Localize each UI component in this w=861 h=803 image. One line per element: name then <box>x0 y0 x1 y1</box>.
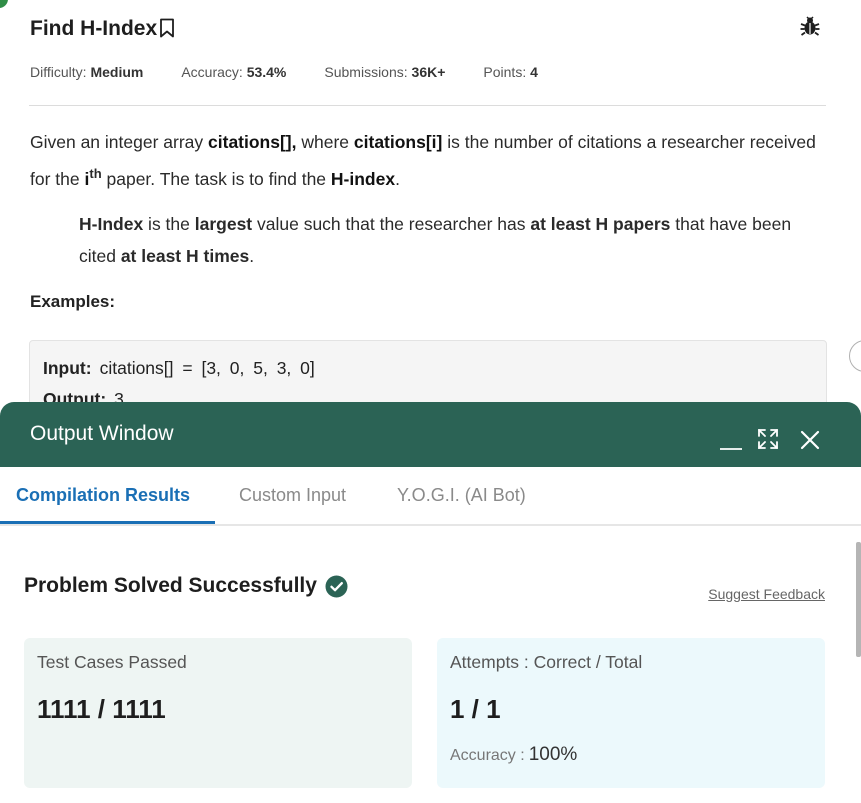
meta-submissions: Submissions: 36K+ <box>324 64 446 80</box>
expand-icon[interactable] <box>757 428 779 450</box>
attempts-label: Attempts : Correct / Total <box>450 652 643 672</box>
bookmark-icon[interactable] <box>159 18 175 43</box>
attempts-card: Attempts : Correct / Total 1 / 1 Accurac… <box>437 638 825 788</box>
suggest-feedback-link[interactable]: Suggest Feedback <box>708 586 825 602</box>
title-row: Find H-Index <box>30 14 175 43</box>
scrollbar[interactable] <box>856 542 861 657</box>
divider <box>29 105 826 106</box>
output-window: Output Window Compilation Results Custom… <box>0 402 861 803</box>
minimize-icon[interactable] <box>718 430 744 452</box>
problem-panel: Find H-Index Difficulty: Medium Accuracy… <box>0 0 861 403</box>
attempts-accuracy: Accuracy :100% <box>450 744 578 765</box>
meta-points: Points: 4 <box>483 64 538 80</box>
collapse-panel-button[interactable] <box>849 340 861 372</box>
check-circle-icon <box>325 575 348 597</box>
example-input: Input: citations[] = [3, 0, 5, 3, 0] <box>43 358 315 378</box>
problem-meta: Difficulty: Medium Accuracy: 53.4% Submi… <box>30 64 576 80</box>
output-tabs: Compilation Results Custom Input Y.O.G.I… <box>0 467 861 526</box>
meta-accuracy: Accuracy: 53.4% <box>181 64 287 80</box>
bug-icon[interactable] <box>799 15 821 42</box>
output-window-header: Output Window <box>0 402 861 467</box>
example-output: Output: 3 <box>43 389 124 403</box>
examples-heading: Examples: <box>30 292 116 311</box>
active-tab-indicator <box>0 521 215 524</box>
tab-yogi-ai-bot[interactable]: Y.O.G.I. (AI Bot) <box>397 485 526 506</box>
meta-difficulty: Difficulty: Medium <box>30 64 144 80</box>
example-box: Input: citations[] = [3, 0, 5, 3, 0] Outp… <box>29 340 827 403</box>
result-status: Problem Solved Successfully <box>24 574 348 598</box>
attempts-value: 1 / 1 <box>450 694 501 724</box>
test-cases-value: 1111 / 1111 <box>37 694 166 724</box>
problem-title: Find H-Index <box>30 16 158 40</box>
close-icon[interactable] <box>799 429 821 451</box>
tab-compilation-results[interactable]: Compilation Results <box>16 485 190 506</box>
test-cases-card: Test Cases Passed 1111 / 1111 <box>24 638 412 788</box>
output-window-title: Output Window <box>30 422 174 445</box>
status-text: Problem Solved Successfully <box>24 574 317 597</box>
test-cases-label: Test Cases Passed <box>37 652 187 672</box>
status-dot <box>0 0 8 8</box>
problem-description: Given an integer array citations[], wher… <box>30 132 816 189</box>
definition-quote: H-Index is the largest value such that t… <box>79 214 792 266</box>
tab-custom-input[interactable]: Custom Input <box>239 485 346 506</box>
